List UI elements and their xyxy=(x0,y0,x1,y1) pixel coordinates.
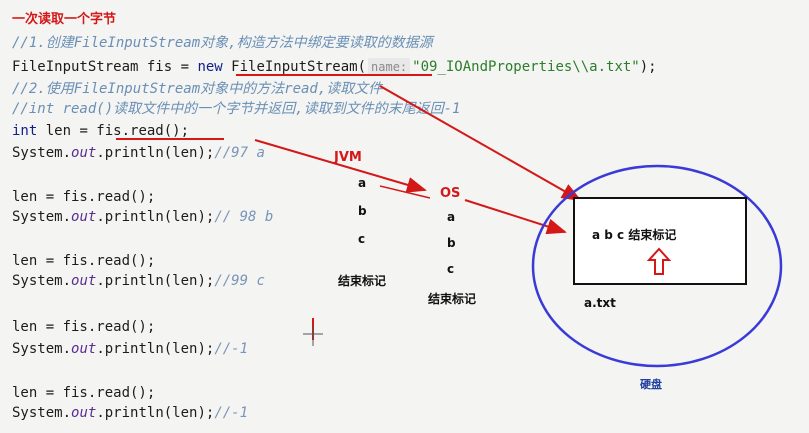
arrow-read-to-os xyxy=(254,139,427,193)
jvm-label: JVM xyxy=(334,150,362,165)
disk-label: 硬盘 xyxy=(640,378,662,391)
file-name: a.txt xyxy=(584,296,616,310)
arrow-os-jvm-link xyxy=(379,185,431,199)
os-char-c: c xyxy=(447,262,455,276)
os-char-a: a xyxy=(447,210,456,224)
os-end-marker: 结束标记 xyxy=(428,292,477,306)
file-content: a b c 结束标记 xyxy=(592,228,677,242)
jvm-char-c: c xyxy=(358,232,366,246)
os-char-b: b xyxy=(447,236,456,250)
jvm-char-a: a xyxy=(358,176,367,190)
os-label: OS xyxy=(440,186,461,201)
arrow-stream-to-file xyxy=(379,85,582,201)
annotation-overlay xyxy=(116,74,783,368)
jvm-char-b: b xyxy=(358,204,367,218)
jvm-end-marker: 结束标记 xyxy=(338,274,387,288)
